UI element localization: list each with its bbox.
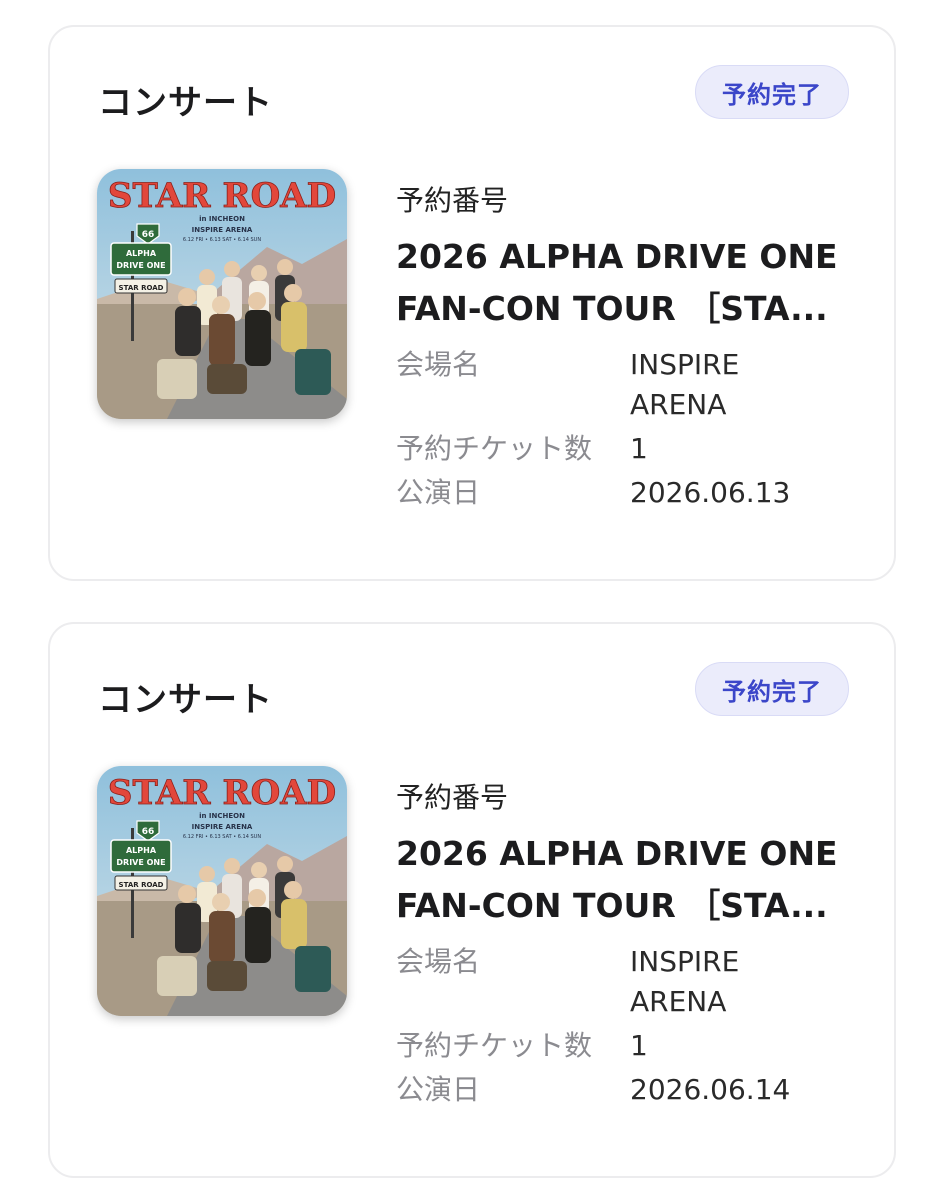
date-value: 2026.06.14 [630, 1073, 791, 1106]
poster-venue: INSPIRE ARENA [192, 226, 253, 234]
date-label: 公演日 [396, 476, 481, 509]
venue-value: INSPIRE ARENA [630, 348, 740, 421]
booking-details: 予約番号 2026 ALPHA DRIVE ONE FAN-CON TOUR ［… [396, 776, 856, 1114]
category-label: コンサート [98, 680, 273, 720]
venue-row: 会場名 INSPIRE ARENA [396, 345, 856, 425]
tickets-label: 予約チケット数 [396, 432, 593, 465]
poster-sign-text: STAR ROAD [119, 284, 164, 292]
event-title-line: FAN-CON TOUR ［STA... [396, 886, 828, 925]
poster-subtitle: in INCHEON [199, 812, 245, 820]
date-row: 公演日 2026.06.14 [396, 1070, 856, 1110]
detail-rows: 会場名 INSPIRE ARENA 予約チケット数 1 公演日 2026.06.… [396, 345, 856, 513]
tickets-row: 予約チケット数 1 [396, 429, 856, 469]
tickets-label: 予約チケット数 [396, 1029, 593, 1062]
booking-list: コンサート 予約完了 STAR ROAD in INCHEON INSPIRE … [0, 0, 946, 1200]
venue-label: 会場名 [396, 945, 481, 978]
poster-sign-text: ALPHA [126, 249, 157, 258]
venue-row: 会場名 INSPIRE ARENA [396, 942, 856, 1022]
poster-headline: STAR ROAD [108, 176, 336, 216]
date-row: 公演日 2026.06.13 [396, 473, 856, 513]
event-title-line: 2026 ALPHA DRIVE ONE [396, 237, 838, 276]
date-label: 公演日 [396, 1073, 481, 1106]
poster-sign-text: DRIVE ONE [116, 858, 165, 867]
detail-rows: 会場名 INSPIRE ARENA 予約チケット数 1 公演日 2026.06.… [396, 942, 856, 1110]
poster-subtitle: in INCHEON [199, 215, 245, 223]
poster-sign-text: DRIVE ONE [116, 261, 165, 270]
category-label: コンサート [98, 83, 273, 123]
tickets-value: 1 [630, 1029, 648, 1062]
tickets-value: 1 [630, 432, 648, 465]
poster-dates: 6.12 FRI • 6.13 SAT • 6.14 SUN [183, 237, 261, 243]
booking-card[interactable]: コンサート 予約完了 STAR ROAD in INCHEON INSPIRE … [48, 25, 896, 581]
poster-venue: INSPIRE ARENA [192, 823, 253, 831]
date-value: 2026.06.13 [630, 476, 791, 509]
tickets-row: 予約チケット数 1 [396, 1026, 856, 1066]
booking-number-label: 予約番号 [396, 184, 509, 217]
booking-card[interactable]: コンサート 予約完了 STAR ROAD in INCHEON INSPIRE … [48, 622, 896, 1178]
event-title-line: FAN-CON TOUR ［STA... [396, 289, 828, 328]
venue-value: INSPIRE ARENA [630, 945, 740, 1018]
booking-number-label: 予約番号 [396, 781, 509, 814]
poster-sign-text: ALPHA [126, 846, 157, 855]
event-poster-image[interactable]: STAR ROAD in INCHEON INSPIRE ARENA 6.12 … [97, 169, 347, 419]
event-title[interactable]: 2026 ALPHA DRIVE ONE FAN-CON TOUR ［STA..… [396, 231, 856, 335]
status-badge: 予約完了 [695, 65, 849, 119]
booking-details: 予約番号 2026 ALPHA DRIVE ONE FAN-CON TOUR ［… [396, 179, 856, 517]
poster-sign-number: 66 [142, 230, 155, 240]
poster-dates: 6.12 FRI • 6.13 SAT • 6.14 SUN [183, 834, 261, 840]
event-poster-image[interactable]: STAR ROAD in INCHEON INSPIRE ARENA 6.12 … [97, 766, 347, 1016]
status-badge: 予約完了 [695, 662, 849, 716]
poster-sign-text: STAR ROAD [119, 881, 164, 889]
poster-sign-number: 66 [142, 827, 155, 837]
event-title[interactable]: 2026 ALPHA DRIVE ONE FAN-CON TOUR ［STA..… [396, 828, 856, 932]
event-title-line: 2026 ALPHA DRIVE ONE [396, 834, 838, 873]
venue-label: 会場名 [396, 348, 481, 381]
poster-headline: STAR ROAD [108, 773, 336, 813]
